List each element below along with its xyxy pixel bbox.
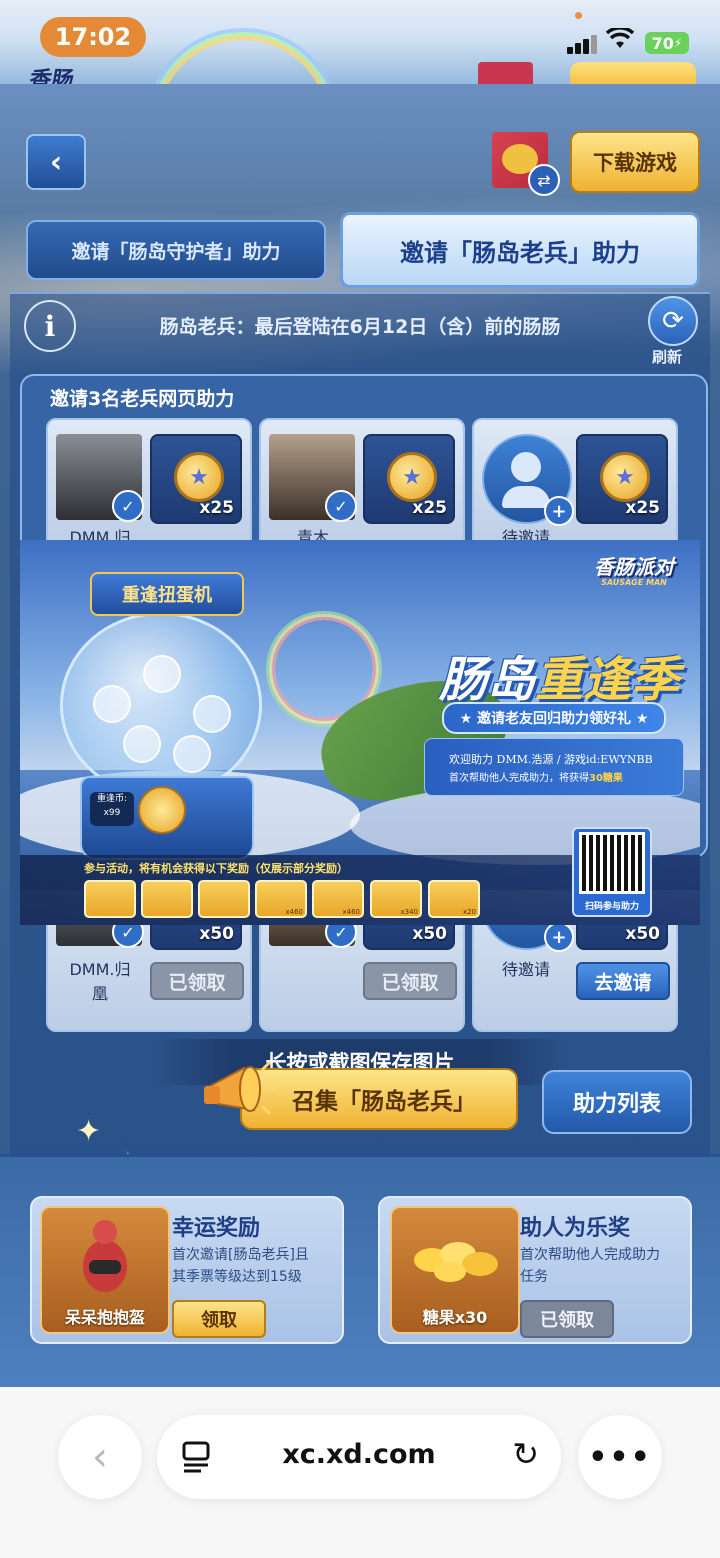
pending-label: 待邀请 (501, 960, 550, 979)
machine-gauge: 重逢币: x99 (90, 792, 134, 826)
info-icon[interactable]: i (24, 300, 76, 352)
prize-item (84, 880, 136, 918)
helper-reward-card: 糖果x30 助人为乐奖 首次帮助他人完成助力 任务 已领取 (378, 1196, 692, 1344)
reward-description: 首次邀请[肠岛老兵]且 其季票等级达到15级 (172, 1247, 309, 1285)
prize-item: x460 (255, 880, 307, 918)
reward-count: x50 (625, 924, 660, 944)
reward-item-name: 呆呆抱抱盔 (64, 1308, 145, 1327)
address-bar[interactable]: xc.xd.com ↻ (157, 1415, 561, 1499)
qr-code-icon (579, 832, 645, 894)
claim-button[interactable]: 领取 (172, 1300, 266, 1338)
sparkle-icon: ✦ (76, 1114, 102, 1149)
check-icon: ✓ (112, 490, 144, 522)
poster-invite-info: 欢迎助力 DMM.浩源 / 游戏id:EWYNBB 首次帮助他人完成助力，将获得… (424, 738, 684, 796)
refresh-icon: ⟳ (662, 306, 684, 336)
qr-code-box: 扫码参与助力 (572, 827, 652, 917)
prize-item: x460 (312, 880, 364, 918)
refresh-label: 刷新 (652, 348, 683, 366)
candy-reward-image: 糖果x30 (390, 1206, 520, 1334)
reward-description: 首次帮助他人完成助力 任务 (520, 1247, 660, 1285)
reward-coin: ★ x25 (363, 434, 455, 524)
veteran-definition-text: 肠岛老兵：最后登陆在6月12日（含）前的肠肠 (159, 316, 561, 338)
helper-card: ✓ ★ x25 DMM.归 (46, 418, 252, 552)
refresh-button[interactable]: ⟳ (648, 296, 698, 346)
reward-count: x50 (199, 924, 234, 944)
reward-count: x25 (625, 498, 660, 518)
swap-account-icon[interactable]: ⇄ (528, 164, 560, 196)
reward-count: x50 (412, 924, 447, 944)
star-coin-icon: ★ (174, 452, 224, 502)
chevron-left-icon: ‹ (92, 1434, 108, 1480)
star-coin-icon: ★ (600, 452, 650, 502)
help-list-button[interactable]: 助力列表 (542, 1070, 692, 1134)
chevron-left-icon: ‹ (49, 144, 63, 180)
battery-indicator: 70 ⚡ (645, 32, 689, 54)
reload-icon[interactable]: ↻ (512, 1435, 539, 1473)
prize-item (141, 880, 193, 918)
more-button[interactable]: ••• (578, 1415, 662, 1499)
prize-caption: 参与活动，将有机会获得以下奖励（仅展示部分奖励） (84, 862, 348, 875)
browser-back-button[interactable]: ‹ (58, 1415, 142, 1499)
reward-coin: ★ x25 (576, 434, 668, 524)
reward-title: 幸运奖励 (172, 1216, 261, 1241)
machine-knob-icon (138, 786, 186, 834)
pending-avatar[interactable]: + (482, 434, 574, 526)
helmet-reward-image: 呆呆抱抱盔 (40, 1206, 170, 1334)
poster-subtitle: ★ 邀请老友回归助力领好礼 ★ (442, 702, 666, 734)
qr-label: 扫码参与助力 (584, 902, 639, 912)
cellular-signal-icon (567, 34, 601, 54)
prize-item: x340 (370, 880, 422, 918)
invite-button[interactable]: 去邀请 (576, 962, 670, 1000)
status-time: 17:02 (40, 17, 146, 57)
url-text: xc.xd.com (282, 1439, 436, 1470)
reward-count: x25 (412, 498, 447, 518)
tab-invite-veteran[interactable]: 邀请「肠岛老兵」助力 (340, 212, 700, 288)
capsule-machine-title: 重逢扭蛋机 (90, 572, 244, 616)
helper-name: DMM.归凰 (69, 960, 131, 1003)
lucky-reward-card: 呆呆抱抱盔 幸运奖励 首次邀请[肠岛老兵]且 其季票等级达到15级 领取 (30, 1196, 344, 1344)
poster-title: 肠岛重逢季 (438, 652, 680, 708)
group-title: 邀请3名老兵网页助力 (50, 388, 235, 410)
add-icon: + (544, 496, 574, 526)
reward-item-name: 糖果x30 (422, 1308, 488, 1327)
summon-veterans-button[interactable]: 召集「肠岛老兵」 (240, 1068, 518, 1130)
prize-item (198, 880, 250, 918)
reward-title: 助人为乐奖 (520, 1216, 631, 1241)
prize-item: x20 (428, 880, 480, 918)
capsule-machine-globe (60, 612, 262, 798)
reward-coin: ★ x25 (150, 434, 242, 524)
back-button[interactable]: ‹ (26, 134, 86, 190)
wifi-icon (605, 26, 635, 56)
add-icon: + (544, 922, 574, 952)
privacy-indicator-dot (575, 12, 582, 19)
megaphone-icon (200, 1056, 278, 1128)
download-game-button[interactable]: 下载游戏 (570, 131, 700, 193)
star-coin-icon: ★ (387, 452, 437, 502)
check-icon: ✓ (325, 490, 357, 522)
helper-card: ✓ ★ x25 青木 (259, 418, 465, 552)
sausage-man-logo: 香肠派对 SAUSAGE MAN (594, 555, 674, 587)
claimed-button[interactable]: 已领取 (520, 1300, 614, 1338)
more-icon: ••• (588, 1439, 652, 1475)
claimed-button[interactable]: 已领取 (363, 962, 457, 1000)
pending-card: + ★ x25 待邀请 (472, 418, 678, 552)
reward-count: x25 (199, 498, 234, 518)
claimed-button[interactable]: 已领取 (150, 962, 244, 1000)
tab-invite-guardian[interactable]: 邀请「肠岛守护者」助力 (26, 220, 326, 280)
